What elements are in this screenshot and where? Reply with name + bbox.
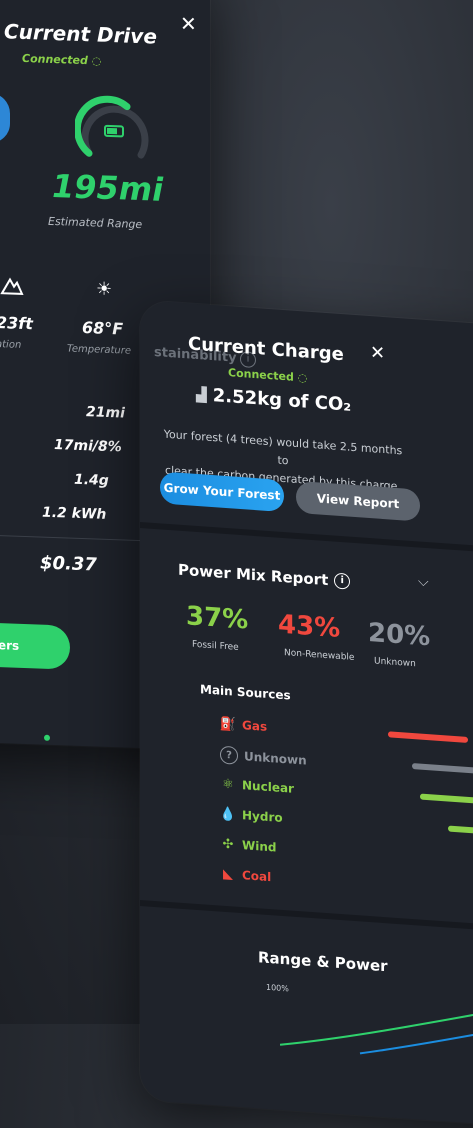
factory-icon: ▟ xyxy=(196,386,207,404)
view-report-label: View Report xyxy=(316,491,400,512)
stat-energy: 1.2 kWh xyxy=(42,504,107,523)
status-label: Connected xyxy=(228,366,294,384)
source-coal: ◣ Coal xyxy=(220,866,271,886)
mix-fossil-free-label: Fossil Free xyxy=(192,639,239,653)
altitude-value: 23ft xyxy=(0,313,33,334)
mix-non-renewable-pct: 43% xyxy=(278,609,341,645)
range-power-chart xyxy=(280,1012,473,1055)
question-icon: ? xyxy=(220,745,238,765)
source-unknown: ? Unknown xyxy=(220,745,307,770)
atom-icon: ⚛ xyxy=(222,776,234,793)
coal-icon: ◣ xyxy=(223,866,233,883)
source-wind-label: Wind xyxy=(242,838,277,855)
altitude-label: ation xyxy=(0,339,22,351)
range-power-title: Range & Power xyxy=(258,948,388,976)
section-divider xyxy=(140,522,473,556)
temperature-value: 68°F xyxy=(82,318,124,339)
battery-gauge-left-icon xyxy=(0,92,10,144)
range-value: 195mi xyxy=(52,166,164,209)
co2-amount: ▟ 2.52kg of CO₂ xyxy=(196,384,351,416)
cost-value: $0.37 xyxy=(40,552,97,576)
stat-efficiency: 17mi/8% xyxy=(54,437,122,456)
source-coal-label: Coal xyxy=(242,868,272,885)
mountain-icon xyxy=(0,277,24,295)
source-gas: ⛽ Gas xyxy=(220,716,267,735)
main-sources-title: Main Sources xyxy=(200,682,291,703)
source-bar-hydro xyxy=(448,825,473,835)
grow-forest-label: Grow Your Forest xyxy=(163,480,281,503)
cta-button[interactable]: ers xyxy=(0,622,70,670)
source-unknown-label: Unknown xyxy=(244,749,307,768)
temperature-icon: ☀ xyxy=(96,278,113,301)
source-hydro: 💧 Hydro xyxy=(220,806,283,826)
cta-label: ers xyxy=(0,638,20,653)
range-gauge-icon xyxy=(75,95,149,159)
water-drop-icon: 💧 xyxy=(219,806,237,823)
co2-value: 2.52kg of CO₂ xyxy=(212,385,352,416)
source-bar-nuclear xyxy=(420,793,473,805)
page-title: Current Drive xyxy=(4,19,157,49)
source-bar-gas xyxy=(388,731,468,743)
check-circle-icon: ◌ xyxy=(91,54,102,68)
close-icon[interactable]: ✕ xyxy=(180,11,197,36)
source-bar-unknown xyxy=(412,763,473,774)
info-icon[interactable]: i xyxy=(334,572,351,590)
source-nuclear: ⚛ Nuclear xyxy=(220,776,294,797)
power-mix-title: Power Mix Report i xyxy=(178,560,351,591)
mix-unknown-pct: 20% xyxy=(368,617,431,653)
connection-status: Connected ◌ xyxy=(22,52,101,68)
source-gas-label: Gas xyxy=(242,718,268,734)
check-circle-icon: ◌ xyxy=(297,371,308,385)
mix-fossil-free-pct: 37% xyxy=(186,601,249,636)
gas-icon: ⛽ xyxy=(219,716,237,733)
power-mix-title-text: Power Mix Report xyxy=(178,560,329,590)
mix-non-renewable-label: Non-Renewable xyxy=(284,648,355,663)
connection-status: Connected ◌ xyxy=(228,366,307,385)
status-label: Connected xyxy=(22,51,88,68)
source-hydro-label: Hydro xyxy=(242,808,283,825)
range-label: Estimated Range xyxy=(48,214,143,232)
wind-turbine-icon: ✣ xyxy=(222,836,234,853)
chevron-down-icon[interactable]: ⌵ xyxy=(418,573,429,590)
current-charge-screen: stainability i Current Charge ✕ Connecte… xyxy=(140,300,473,1128)
temperature-label: Temperature xyxy=(67,343,132,357)
stat-fuel: 1.4g xyxy=(74,471,109,489)
close-icon[interactable]: ✕ xyxy=(370,342,385,364)
page-indicator-dot xyxy=(44,734,50,741)
source-wind: ✣ Wind xyxy=(220,836,277,856)
source-nuclear-label: Nuclear xyxy=(242,778,294,796)
mix-unknown-label: Unknown xyxy=(374,656,416,670)
stat-distance: 21mi xyxy=(86,404,125,422)
section-divider xyxy=(140,900,473,934)
